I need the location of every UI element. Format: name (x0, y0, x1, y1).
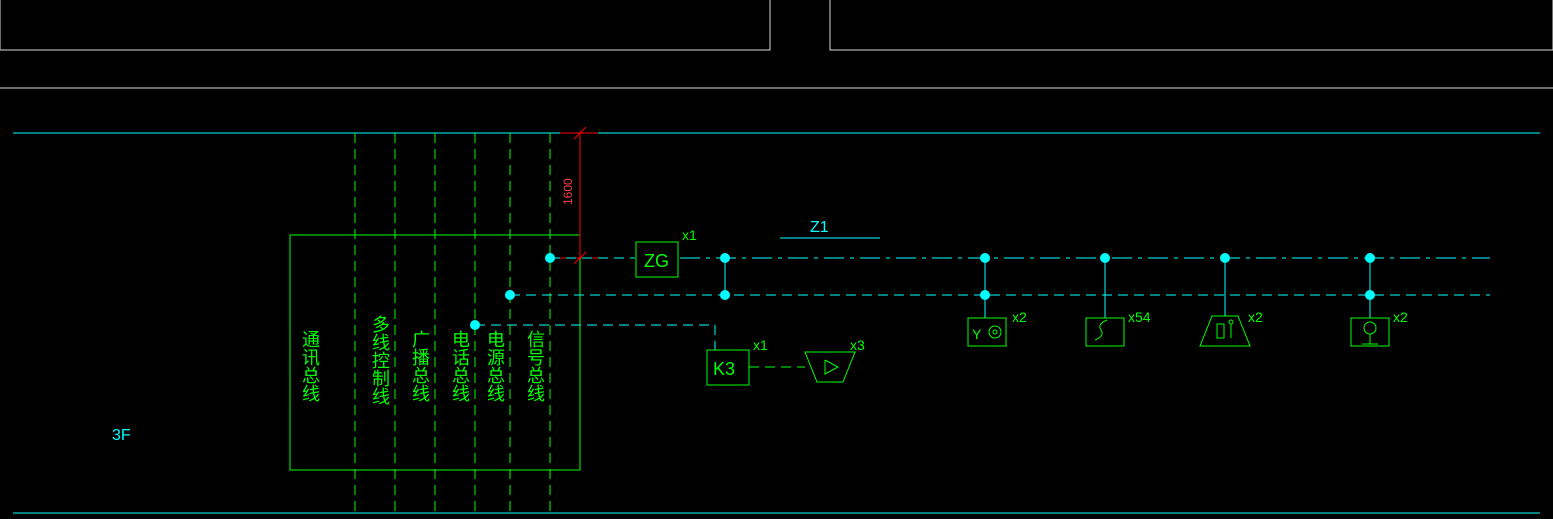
svg-text:x2: x2 (1012, 309, 1027, 325)
svg-text:x1: x1 (682, 227, 697, 243)
svg-text:ZG: ZG (644, 251, 669, 271)
device-k3: K3 x1 (707, 337, 768, 385)
device-manual: x2 (1200, 253, 1263, 346)
device-alarm: Y x2 (968, 253, 1027, 346)
bus-label-power: 电源总线 (485, 330, 505, 402)
bus-label-signal: 信号总线 (525, 330, 545, 402)
device-detector: x54 (1086, 253, 1151, 346)
svg-text:K3: K3 (713, 359, 735, 379)
dimension-1600: 1600 (560, 127, 598, 264)
bus-label-multi-ctrl: 多线控制线 (370, 315, 390, 405)
distribution-lines (435, 253, 1490, 350)
zone-label: Z1 (780, 219, 880, 238)
svg-text:x2: x2 (1248, 309, 1263, 325)
floor-label: 3F (112, 427, 131, 444)
svg-text:Y: Y (972, 326, 982, 342)
svg-text:1600: 1600 (561, 178, 575, 205)
cad-diagram: 3F 通讯总线 多线控制线 广播总线 电话总线 电源总线 信号总线 1600 (0, 0, 1553, 519)
device-hydrant: x2 (1351, 253, 1408, 346)
bus-label-comm: 通讯总线 (300, 330, 320, 402)
device-zg: ZG x1 (636, 227, 730, 300)
bus-label-broadcast: 广播总线 (410, 330, 430, 402)
svg-text:x54: x54 (1128, 309, 1151, 325)
svg-text:x1: x1 (753, 337, 768, 353)
svg-text:Z1: Z1 (810, 219, 829, 236)
svg-text:x2: x2 (1393, 309, 1408, 325)
svg-text:x3: x3 (850, 337, 865, 353)
bus-label-phone: 电话总线 (450, 330, 470, 402)
title-block-frame (0, 0, 1553, 88)
